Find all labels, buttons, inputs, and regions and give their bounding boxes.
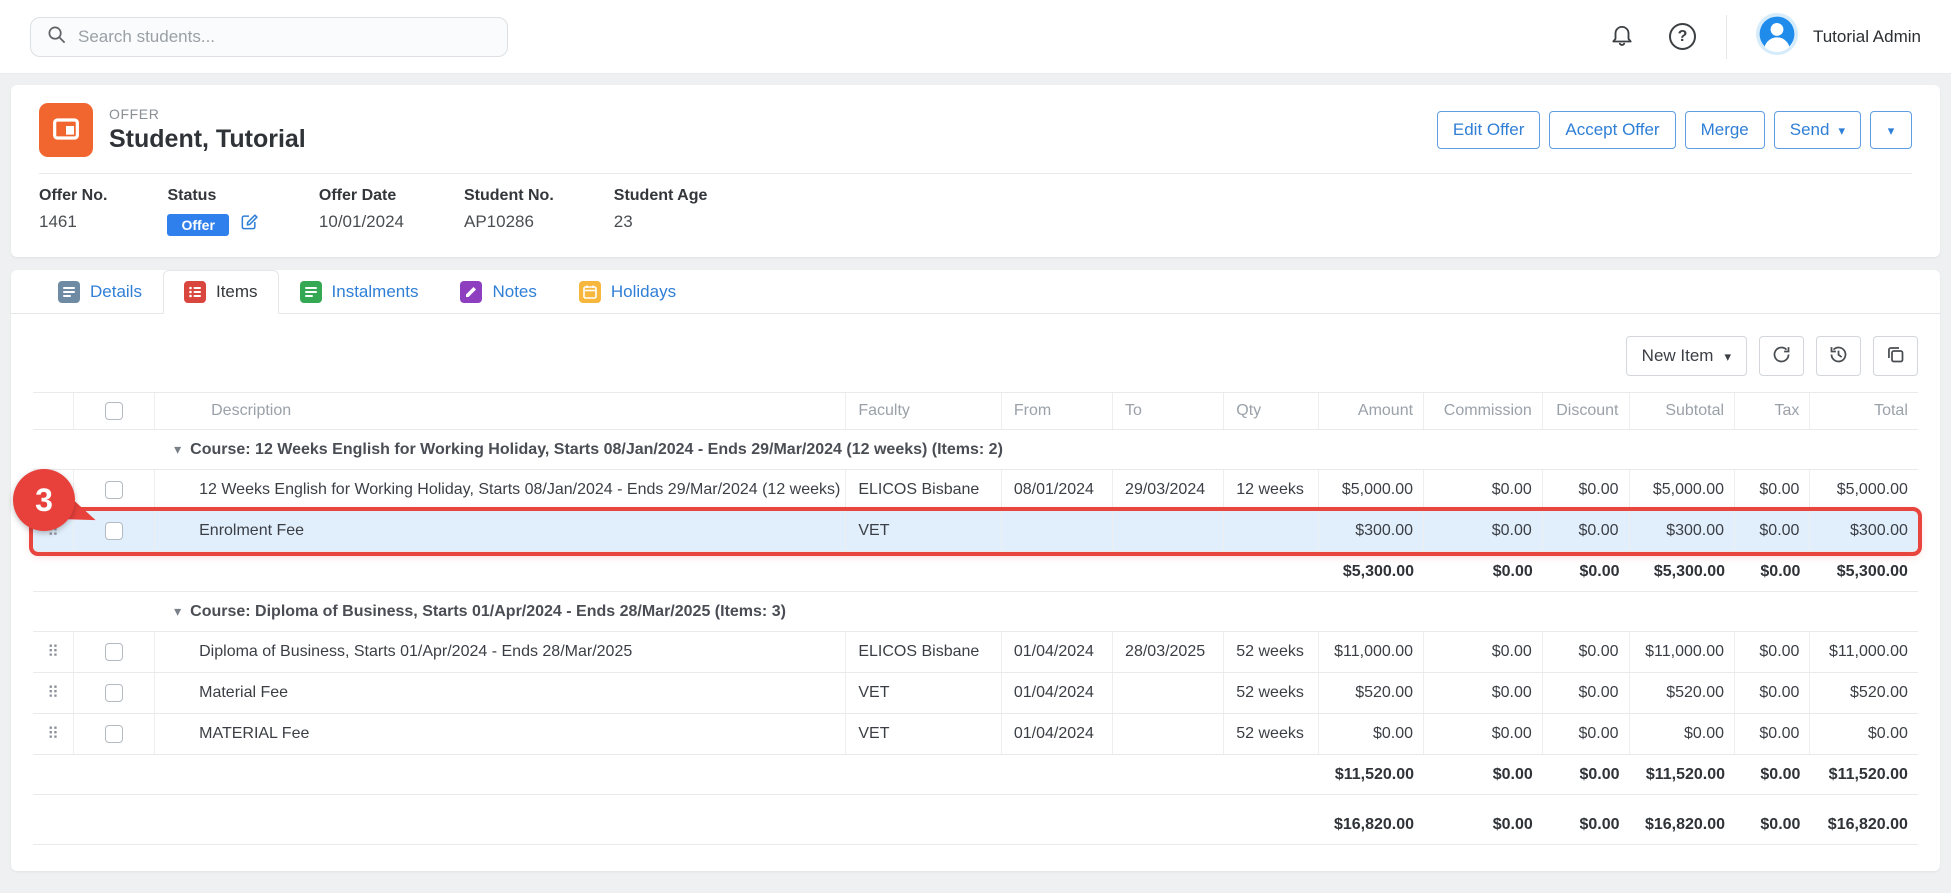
drag-handle-icon[interactable]: ⠿	[47, 521, 59, 541]
drag-handle-icon[interactable]: ⠿	[47, 683, 59, 703]
search-icon	[47, 25, 66, 49]
student-age-field: Student Age 23	[614, 187, 708, 237]
topbar-right: ? Tutorial Admin	[1609, 12, 1921, 61]
history-button[interactable]	[1816, 336, 1861, 376]
offer-no-value: 1461	[39, 212, 107, 232]
column-header-tax: Tax	[1735, 393, 1810, 429]
offer-icon	[39, 103, 93, 157]
column-header-amount: Amount	[1319, 393, 1425, 429]
student-age-value: 23	[614, 212, 708, 232]
tabstrip: Details Items Instalments Notes Holidays	[11, 270, 1940, 314]
bell-icon	[1609, 22, 1635, 51]
select-all-checkbox[interactable]	[105, 402, 123, 420]
column-header-total: Total	[1810, 393, 1917, 429]
help-icon: ?	[1669, 23, 1696, 50]
table-row[interactable]: ⠿ MATERIAL Fee VET 01/04/2024 52 weeks $…	[33, 714, 1918, 755]
row-checkbox[interactable]	[105, 522, 123, 540]
table-row[interactable]: ⠿ Material Fee VET 01/04/2024 52 weeks $…	[33, 673, 1918, 714]
tab-details[interactable]: Details	[37, 269, 163, 313]
holidays-tab-icon	[579, 281, 601, 303]
table-spacer	[33, 795, 1918, 805]
row-checkbox[interactable]	[105, 725, 123, 743]
caret-down-icon: ▾	[1838, 124, 1845, 137]
history-icon	[1828, 344, 1849, 368]
column-header-faculty: Faculty	[846, 393, 1002, 429]
row-checkbox[interactable]	[105, 481, 123, 499]
user-name: Tutorial Admin	[1813, 27, 1921, 47]
notes-tab-icon	[460, 281, 482, 303]
notifications-button[interactable]	[1609, 22, 1635, 51]
offer-no-field: Offer No. 1461	[39, 187, 107, 237]
course-group-row[interactable]: ▾ Course: Diploma of Business, Starts 01…	[33, 592, 1918, 632]
table-row-highlighted[interactable]: 3 ⠿ Enrolment Fee VET $300.00 $0.00 $0.0…	[33, 511, 1918, 552]
user-menu[interactable]: Tutorial Admin	[1755, 12, 1921, 61]
tab-instalments[interactable]: Instalments	[279, 269, 440, 313]
topbar: ? Tutorial Admin	[0, 0, 1951, 74]
duplicate-button[interactable]	[1873, 336, 1918, 376]
table-row[interactable]: ⠿ Diploma of Business, Starts 01/Apr/202…	[33, 632, 1918, 673]
offer-date-field: Offer Date 10/01/2024	[319, 187, 404, 237]
collapse-caret-icon[interactable]: ▾	[174, 603, 181, 620]
drag-handle-icon[interactable]: ⠿	[47, 642, 59, 662]
refresh-button[interactable]	[1759, 336, 1804, 376]
column-header-to: To	[1113, 393, 1224, 429]
course-group-row[interactable]: ▾ Course: 12 Weeks English for Working H…	[33, 430, 1918, 470]
edit-status-icon[interactable]	[239, 212, 259, 237]
column-header-from: From	[1002, 393, 1113, 429]
items-tab-icon	[184, 281, 206, 303]
help-button[interactable]: ?	[1669, 23, 1696, 50]
duplicate-icon	[1885, 344, 1906, 368]
caret-down-icon: ▾	[1724, 350, 1731, 363]
edit-offer-button[interactable]: Edit Offer	[1437, 111, 1541, 149]
tab-items[interactable]: Items	[163, 270, 279, 314]
handle-column-header	[33, 393, 74, 429]
tab-holidays[interactable]: Holidays	[558, 269, 697, 313]
group-title: Course: 12 Weeks English for Working Hol…	[190, 441, 1003, 459]
offer-header-card: OFFER Student, Tutorial Edit Offer Accep…	[11, 85, 1940, 257]
offer-info-row: Offer No. 1461 Status Offer Offer Date 1…	[39, 173, 1912, 237]
column-header-subtotal: Subtotal	[1630, 393, 1736, 429]
offer-date-value: 10/01/2024	[319, 212, 404, 232]
collapse-caret-icon[interactable]: ▾	[174, 441, 181, 458]
row-checkbox[interactable]	[105, 643, 123, 661]
refresh-icon	[1771, 344, 1792, 368]
status-field: Status Offer	[167, 187, 258, 237]
offer-detail-card: Details Items Instalments Notes Holidays…	[11, 270, 1940, 871]
tab-notes[interactable]: Notes	[439, 269, 557, 313]
record-type-label: OFFER	[109, 106, 306, 122]
topbar-divider	[1726, 15, 1727, 59]
drag-handle-cell	[33, 470, 74, 510]
more-actions-button[interactable]: ▾	[1870, 111, 1912, 149]
student-search[interactable]	[30, 17, 508, 57]
accept-offer-button[interactable]: Accept Offer	[1549, 111, 1675, 149]
table-row[interactable]: 12 Weeks English for Working Holiday, St…	[33, 470, 1918, 511]
status-badge: Offer	[167, 214, 228, 236]
group-subtotal-row: $5,300.00 $0.00 $0.00 $5,300.00 $0.00 $5…	[33, 552, 1918, 592]
caret-down-icon: ▾	[1888, 124, 1895, 137]
table-header-row: Description Faculty From To Qty Amount C…	[33, 392, 1918, 430]
merge-button[interactable]: Merge	[1685, 111, 1765, 149]
column-header-discount: Discount	[1543, 393, 1630, 429]
instalments-tab-icon	[300, 281, 322, 303]
details-tab-icon	[58, 281, 80, 303]
avatar	[1755, 12, 1799, 61]
grand-total-row: $16,820.00 $0.00 $0.00 $16,820.00 $0.00 …	[33, 805, 1918, 845]
search-input[interactable]	[78, 27, 491, 47]
items-panel: New Item ▾ Description Faculty From	[11, 314, 1940, 871]
new-item-button[interactable]: New Item ▾	[1626, 336, 1747, 376]
row-checkbox[interactable]	[105, 684, 123, 702]
page-title: Student, Tutorial	[109, 125, 306, 154]
items-table: Description Faculty From To Qty Amount C…	[33, 392, 1918, 845]
send-button[interactable]: Send▾	[1774, 111, 1861, 149]
group-subtotal-row: $11,520.00 $0.00 $0.00 $11,520.00 $0.00 …	[33, 755, 1918, 795]
student-no-link[interactable]: AP10286	[464, 212, 554, 232]
column-header-qty: Qty	[1224, 393, 1318, 429]
student-no-field: Student No. AP10286	[464, 187, 554, 237]
column-header-description: Description	[155, 393, 846, 429]
column-header-commission: Commission	[1424, 393, 1543, 429]
group-title: Course: Diploma of Business, Starts 01/A…	[190, 603, 786, 621]
drag-handle-icon[interactable]: ⠿	[47, 724, 59, 744]
items-toolbar: New Item ▾	[33, 336, 1918, 376]
